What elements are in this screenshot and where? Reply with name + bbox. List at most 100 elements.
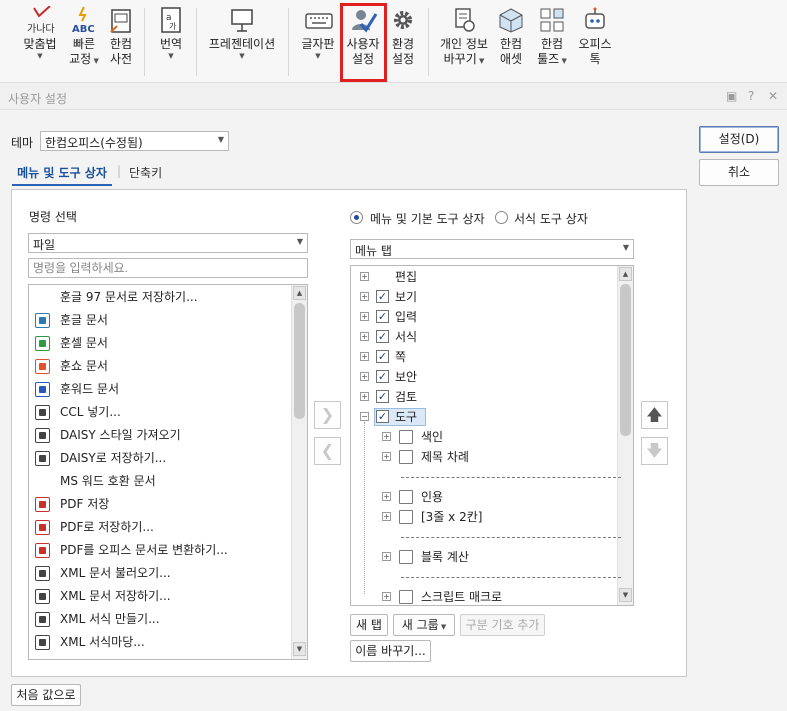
- tree-item-label[interactable]: 검토: [395, 387, 417, 407]
- ok-button[interactable]: 설정(D): [699, 126, 779, 153]
- checkbox-checked-icon[interactable]: ✓: [376, 350, 389, 363]
- list-item[interactable]: XML 문서 불러오기...: [29, 562, 291, 585]
- scroll-down-icon[interactable]: ▼: [619, 588, 632, 602]
- move-up-button[interactable]: 🡅: [641, 401, 668, 429]
- translate-button[interactable]: a가 번역 ▼: [156, 6, 186, 60]
- tree-item-label[interactable]: 스크립트 매크로: [421, 587, 502, 607]
- tree-item-label[interactable]: 보기: [395, 287, 417, 307]
- reset-defaults-button[interactable]: 처음 값으로: [11, 684, 81, 706]
- tree-item-label[interactable]: 보안: [395, 367, 417, 387]
- menu-tab-select[interactable]: 메뉴 탭 ▼: [350, 239, 634, 259]
- tree-item-label[interactable]: 도구: [395, 407, 417, 427]
- add-command-button[interactable]: ❯: [314, 401, 341, 429]
- tree-connector: [364, 422, 365, 594]
- expand-icon[interactable]: +: [382, 512, 391, 521]
- radio-menu-toolbox[interactable]: [350, 211, 363, 224]
- list-item[interactable]: PDF로 저장하기...: [29, 516, 291, 539]
- help-icon[interactable]: ?: [748, 89, 754, 103]
- expand-icon[interactable]: +: [382, 492, 391, 501]
- tree-item-label[interactable]: 색인: [421, 427, 443, 447]
- move-down-button[interactable]: 🡇: [641, 437, 668, 465]
- theme-select[interactable]: 한컴오피스(수정됨) ▼: [40, 131, 229, 151]
- command-search-input[interactable]: [28, 258, 308, 278]
- restore-icon[interactable]: ▣: [726, 89, 737, 103]
- expand-icon[interactable]: +: [382, 552, 391, 561]
- scroll-down-icon[interactable]: ▼: [293, 642, 306, 656]
- quick-correct-button[interactable]: ABC 빠른 교정 ▼: [66, 6, 102, 69]
- list-item[interactable]: CCL 넣기...: [29, 401, 291, 424]
- pdf-save-icon: [35, 520, 50, 535]
- environment-settings-button[interactable]: 환경 설정: [388, 6, 418, 67]
- office-talk-button[interactable]: 오피스 톡: [576, 6, 614, 67]
- ribbon-separator: [144, 8, 145, 76]
- tree-separator[interactable]: [401, 537, 621, 538]
- expand-icon[interactable]: +: [360, 392, 369, 401]
- add-separator-button[interactable]: 구분 기호 추가: [460, 614, 545, 636]
- menu-tree-scrollbar[interactable]: ▲ ▼: [617, 266, 633, 605]
- list-item[interactable]: XML 서식 만들기...: [29, 608, 291, 631]
- checkbox-checked-icon[interactable]: ✓: [376, 370, 389, 383]
- tree-item-label[interactable]: 편집: [395, 267, 417, 287]
- tree-item-label[interactable]: 제목 차례: [421, 447, 469, 467]
- hcell-doc-icon: [35, 336, 50, 351]
- list-item[interactable]: 훈글 97 문서로 저장하기...: [29, 286, 291, 309]
- tree-item-label[interactable]: 블록 계산: [421, 547, 469, 567]
- list-item[interactable]: 훈워드 문서: [29, 378, 291, 401]
- tree-separator[interactable]: [401, 577, 621, 578]
- checkbox-checked-icon[interactable]: ✓: [376, 290, 389, 303]
- expand-icon[interactable]: +: [382, 592, 391, 601]
- expand-icon[interactable]: +: [360, 292, 369, 301]
- radio-format-toolbox[interactable]: [495, 211, 508, 224]
- rename-button[interactable]: 이름 바꾸기...: [350, 640, 431, 662]
- collapse-icon[interactable]: −: [360, 412, 369, 421]
- dictionary-button[interactable]: 한컴 사전: [106, 6, 136, 67]
- list-item[interactable]: MS 워드 호환 문서: [29, 470, 291, 493]
- list-item[interactable]: PDF 저장: [29, 493, 291, 516]
- tab-menu-toolbox[interactable]: 메뉴 및 도구 상자: [12, 158, 112, 186]
- checkbox-checked-icon[interactable]: ✓: [376, 390, 389, 403]
- scroll-thumb[interactable]: [620, 284, 631, 436]
- tree-item-label[interactable]: 입력: [395, 307, 417, 327]
- presentation-button[interactable]: 프레젠테이션 ▼: [204, 6, 280, 60]
- list-item[interactable]: DAISY 스타일 가져오기: [29, 424, 291, 447]
- privacy-button[interactable]: 개인 정보 바꾸기 ▼: [438, 6, 490, 69]
- list-item[interactable]: 훈글 문서: [29, 309, 291, 332]
- expand-icon[interactable]: +: [382, 432, 391, 441]
- new-tab-button[interactable]: 새 탭: [350, 614, 388, 636]
- list-item[interactable]: 훈셀 문서: [29, 332, 291, 355]
- tree-item-label[interactable]: 쪽: [395, 347, 406, 367]
- expand-icon[interactable]: +: [360, 272, 369, 281]
- cancel-button[interactable]: 취소: [699, 159, 779, 186]
- expand-icon[interactable]: +: [360, 312, 369, 321]
- command-list-scrollbar[interactable]: ▲ ▼: [291, 285, 307, 659]
- list-item-label: MS 워드 호환 문서: [60, 474, 156, 488]
- list-item[interactable]: PDF를 오피스 문서로 변환하기...: [29, 539, 291, 562]
- expand-icon[interactable]: +: [360, 372, 369, 381]
- close-icon[interactable]: ✕: [768, 89, 778, 103]
- tree-item-label[interactable]: 인용: [421, 487, 443, 507]
- checkbox-checked-icon[interactable]: ✓: [376, 330, 389, 343]
- list-item[interactable]: XML 서식마당...: [29, 631, 291, 654]
- new-group-button[interactable]: 새 그룹 ▼: [393, 614, 455, 636]
- list-item[interactable]: XML 문서 저장하기...: [29, 585, 291, 608]
- remove-command-button[interactable]: ❮: [314, 437, 341, 465]
- expand-icon[interactable]: +: [382, 452, 391, 461]
- expand-icon[interactable]: +: [360, 332, 369, 341]
- spellcheck-button[interactable]: 가나다 맞춤법 ▼: [20, 5, 60, 60]
- checkbox-checked-icon[interactable]: ✓: [376, 310, 389, 323]
- scroll-up-icon[interactable]: ▲: [619, 267, 632, 281]
- category-select[interactable]: 파일 ▼: [28, 233, 308, 253]
- tools-button[interactable]: 한컴 툴즈 ▼: [534, 6, 570, 69]
- expand-icon[interactable]: +: [360, 352, 369, 361]
- keyboard-button[interactable]: 글자판 ▼: [298, 6, 338, 60]
- scroll-up-icon[interactable]: ▲: [293, 286, 306, 300]
- tree-item-label[interactable]: 서식: [395, 327, 417, 347]
- tree-item-label[interactable]: [3줄 x 2칸]: [421, 507, 482, 527]
- list-item[interactable]: 훈쇼 문서: [29, 355, 291, 378]
- checkbox-checked-icon[interactable]: ✓: [376, 410, 389, 423]
- tree-separator[interactable]: [401, 477, 621, 478]
- tab-shortcut[interactable]: 단축키: [129, 158, 169, 186]
- scroll-thumb[interactable]: [294, 303, 305, 419]
- asset-button[interactable]: 한컴 애셋: [496, 6, 526, 67]
- list-item[interactable]: DAISY로 저장하기...: [29, 447, 291, 470]
